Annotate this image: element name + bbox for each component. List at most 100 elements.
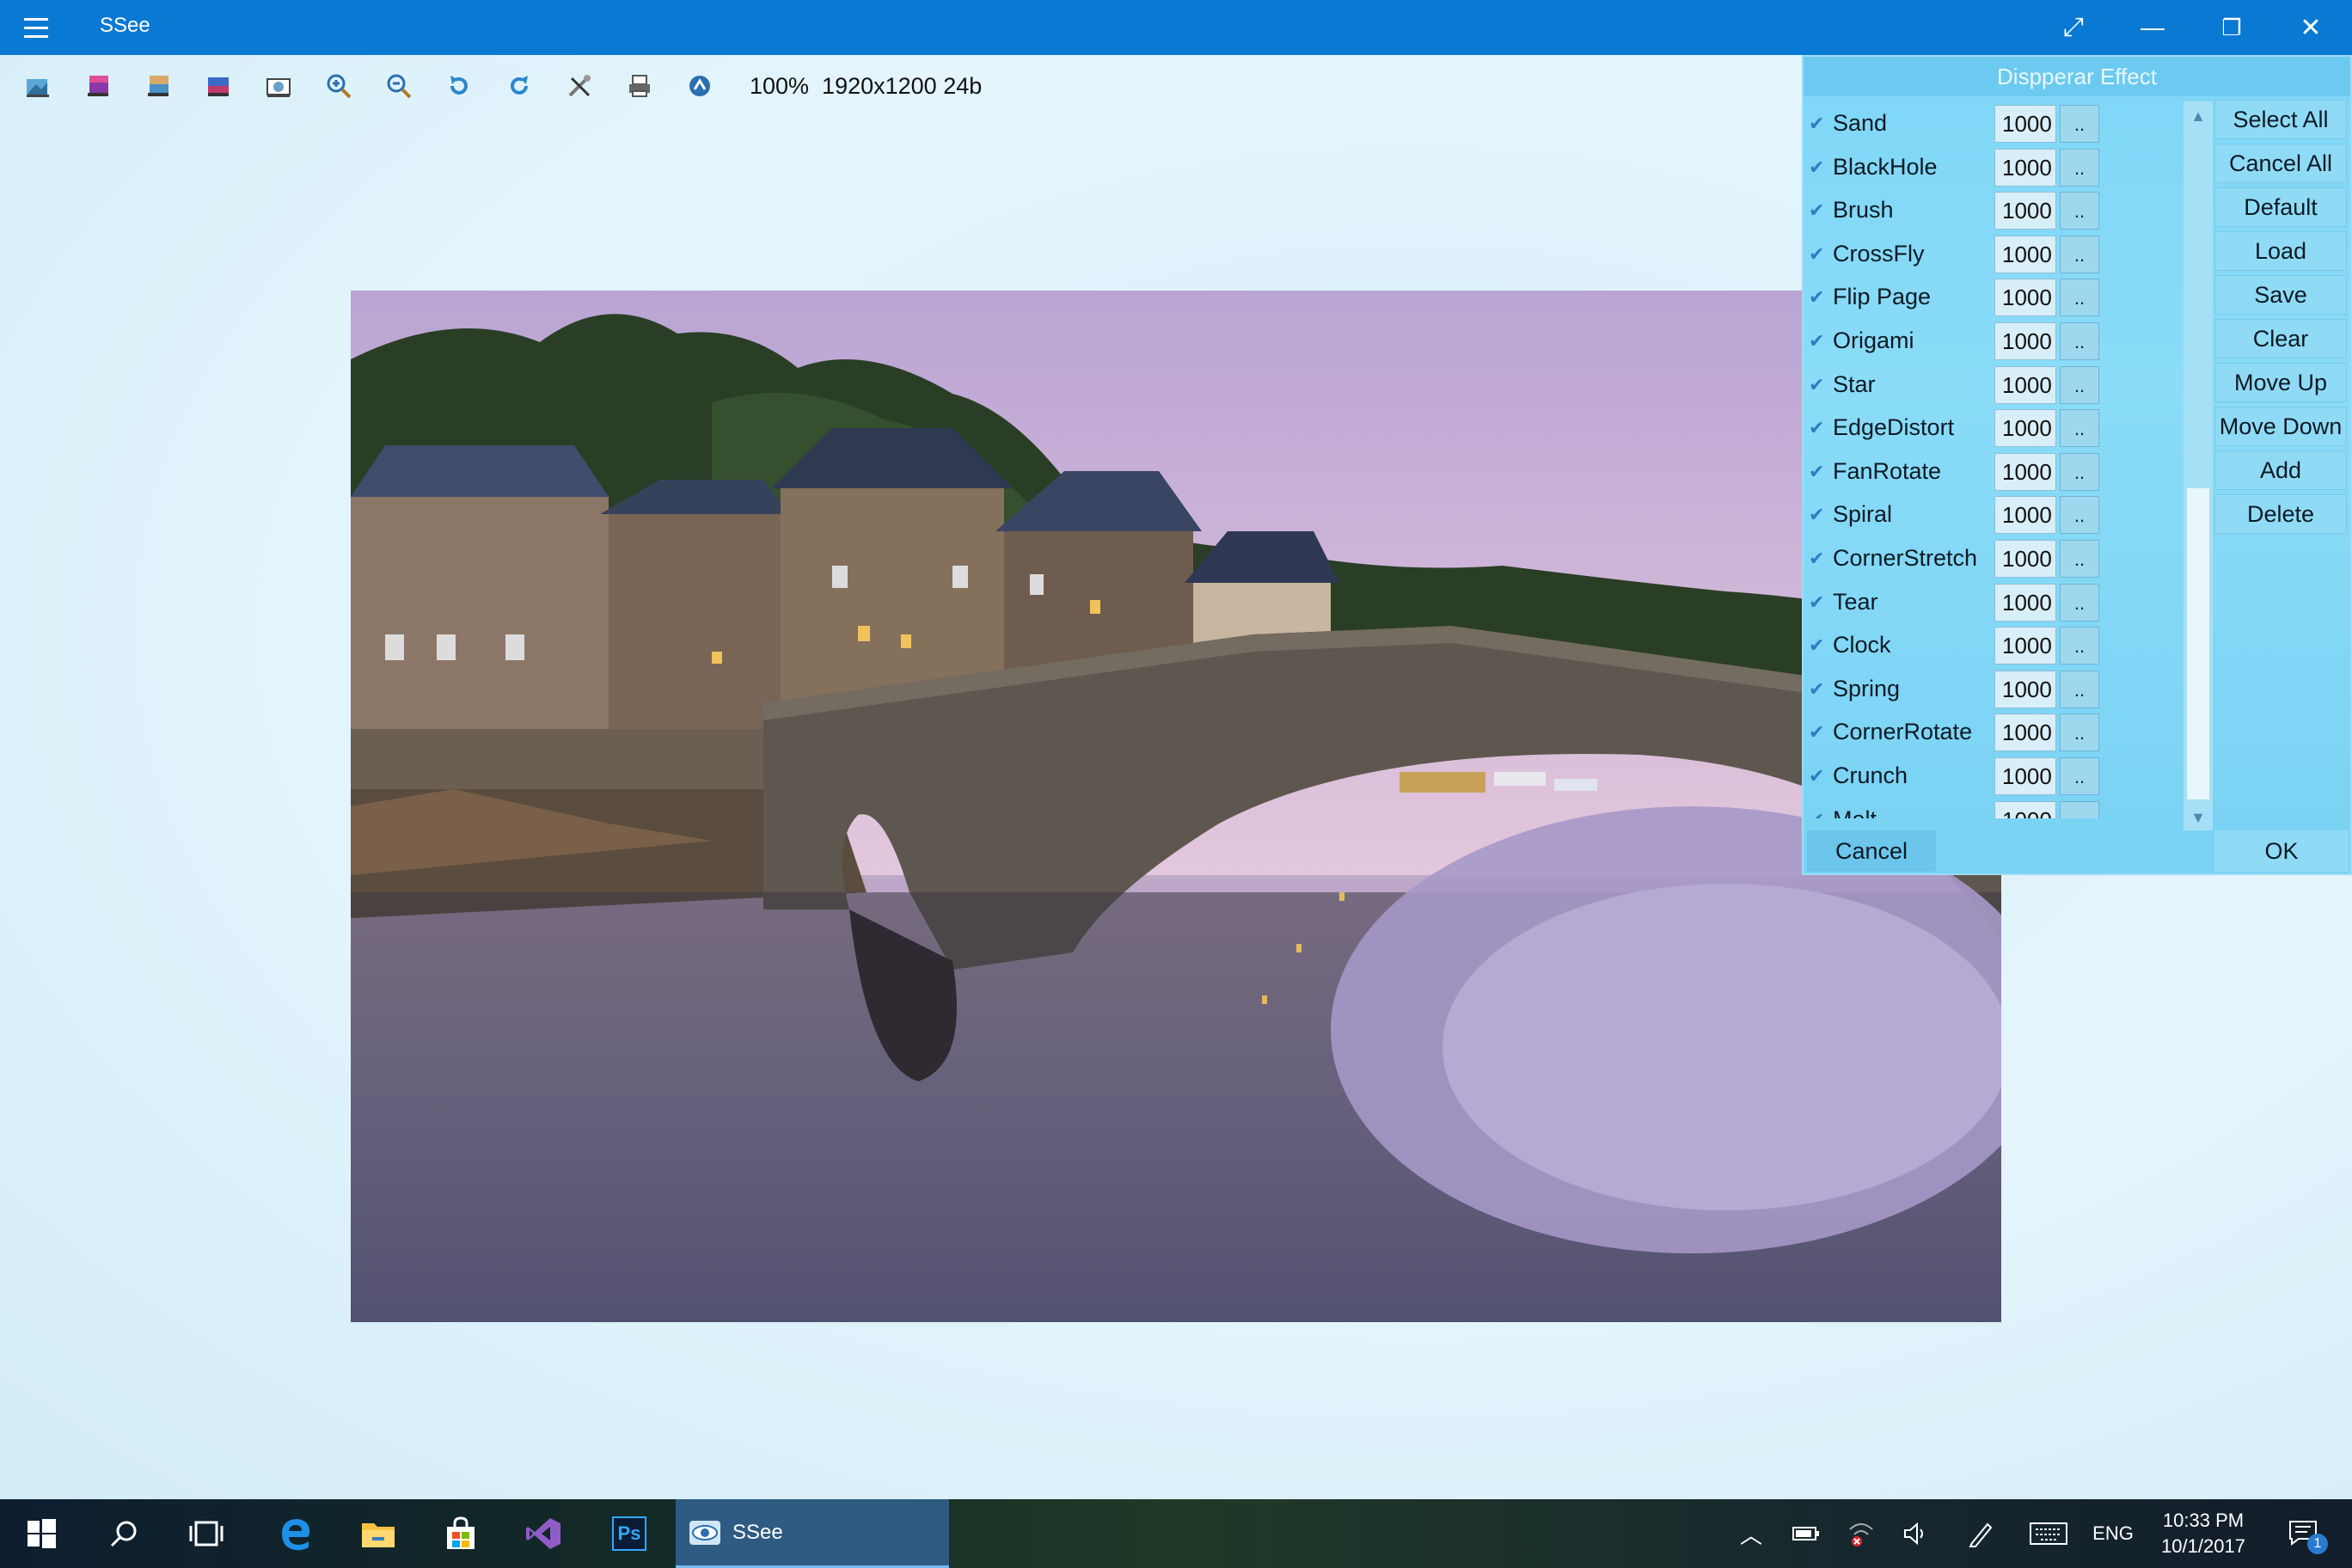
default-button[interactable]: Default: [2214, 187, 2347, 227]
effect-duration-input[interactable]: 1000: [1994, 148, 2056, 187]
effect-checkbox[interactable]: ✔: [1809, 678, 1829, 700]
search-button[interactable]: [83, 1499, 165, 1568]
effect-options-button[interactable]: ..: [2060, 714, 2099, 752]
effect-row[interactable]: ✔ Clock 1000..: [1804, 623, 2189, 667]
effect-checkbox[interactable]: ✔: [1809, 243, 1829, 265]
effect-options-button[interactable]: ..: [2060, 496, 2099, 535]
effect-duration-input[interactable]: 1000: [1994, 365, 2056, 404]
effect-row[interactable]: ✔ Origami 1000..: [1804, 319, 2189, 363]
effect-checkbox[interactable]: ✔: [1809, 113, 1829, 134]
select-all-button[interactable]: Select All: [2214, 100, 2347, 139]
effect-checkbox[interactable]: ✔: [1809, 505, 1829, 525]
restore-button[interactable]: ❐: [2192, 0, 2271, 55]
start-button[interactable]: [0, 1499, 83, 1568]
effect-options-button[interactable]: ..: [2060, 105, 2099, 143]
hamburger-menu-icon[interactable]: [24, 12, 55, 43]
effect-options-button[interactable]: ..: [2060, 540, 2099, 578]
effect-row[interactable]: ✔ Flip Page 1000..: [1804, 275, 2189, 319]
effect-list-scrollbar[interactable]: ▲ ▼: [2184, 101, 2213, 830]
effect-duration-input[interactable]: 1000: [1994, 714, 2056, 752]
effect-row[interactable]: ✔ CrossFly 1000..: [1804, 232, 2189, 276]
zoom-in-button[interactable]: [315, 64, 363, 108]
effect-duration-input[interactable]: 1000: [1994, 540, 2056, 578]
previous-image-button[interactable]: [74, 64, 122, 108]
effect-duration-input[interactable]: 1000: [1994, 583, 2056, 622]
volume-icon[interactable]: [1895, 1499, 1938, 1568]
effect-duration-input[interactable]: 1000: [1994, 322, 2056, 360]
move-down-button[interactable]: Move Down: [2214, 407, 2347, 446]
effect-options-button[interactable]: ..: [2060, 670, 2099, 708]
network-icon[interactable]: [1840, 1499, 1883, 1568]
effect-options-button[interactable]: ..: [2060, 322, 2099, 360]
effect-row[interactable]: ✔ Spring 1000..: [1804, 667, 2189, 711]
effect-row[interactable]: ✔ CornerRotate 1000..: [1804, 710, 2189, 754]
pen-workspace-icon[interactable]: [1957, 1499, 2003, 1568]
effect-options-button[interactable]: ..: [2060, 627, 2099, 665]
effect-checkbox[interactable]: ✔: [1809, 635, 1829, 656]
image-properties-button[interactable]: [254, 64, 303, 108]
save-button[interactable]: Save: [2214, 275, 2347, 315]
effect-row[interactable]: ✔ Crunch 1000..: [1804, 754, 2189, 798]
delete-button[interactable]: Delete: [2214, 494, 2347, 534]
add-button[interactable]: Add: [2214, 450, 2347, 490]
effect-options-button[interactable]: ..: [2060, 800, 2099, 818]
effect-duration-input[interactable]: 1000: [1994, 279, 2056, 317]
effect-options-button[interactable]: ..: [2060, 365, 2099, 404]
effect-options-button[interactable]: ..: [2060, 192, 2099, 230]
effect-row[interactable]: ✔ Spiral 1000..: [1804, 493, 2189, 536]
touch-keyboard-icon[interactable]: [2022, 1499, 2075, 1568]
effect-options-button[interactable]: ..: [2060, 148, 2099, 187]
effect-row[interactable]: ✔ Brush 1000..: [1804, 188, 2189, 232]
scrollbar-thumb[interactable]: [2187, 488, 2209, 799]
effect-row[interactable]: ✔ Star 1000..: [1804, 363, 2189, 407]
effect-options-button[interactable]: ..: [2060, 409, 2099, 448]
effect-row[interactable]: ✔ EdgeDistort 1000..: [1804, 406, 2189, 450]
slideshow-button[interactable]: [194, 64, 242, 108]
cancel-button[interactable]: Cancel: [1807, 830, 1936, 872]
move-up-button[interactable]: Move Up: [2214, 363, 2347, 402]
clock[interactable]: 10:33 PM 10/1/2017: [2147, 1499, 2259, 1568]
scroll-down-icon[interactable]: ▼: [2187, 805, 2209, 830]
effect-options-button[interactable]: ..: [2060, 757, 2099, 795]
effect-checkbox[interactable]: ✔: [1809, 722, 1829, 743]
effect-duration-input[interactable]: 1000: [1994, 496, 2056, 535]
effect-duration-input[interactable]: 1000: [1994, 757, 2056, 795]
rotate-left-button[interactable]: [435, 64, 483, 108]
battery-icon[interactable]: [1785, 1499, 1828, 1568]
fullscreen-icon[interactable]: ⤢: [2034, 0, 2113, 55]
effect-checkbox[interactable]: ✔: [1809, 331, 1829, 352]
photoshop-button[interactable]: Ps: [588, 1499, 671, 1568]
effect-checkbox[interactable]: ✔: [1809, 156, 1829, 178]
next-image-button[interactable]: [134, 64, 182, 108]
effect-checkbox[interactable]: ✔: [1809, 461, 1829, 482]
effect-checkbox[interactable]: ✔: [1809, 374, 1829, 395]
effect-checkbox[interactable]: ✔: [1809, 200, 1829, 221]
effect-duration-input[interactable]: 1000: [1994, 627, 2056, 665]
task-view-button[interactable]: [165, 1499, 248, 1568]
edge-button[interactable]: [254, 1499, 337, 1568]
about-button[interactable]: [676, 64, 724, 108]
rotate-right-button[interactable]: [495, 64, 543, 108]
effect-duration-input[interactable]: 1000: [1994, 409, 2056, 448]
cancel-all-button[interactable]: Cancel All: [2214, 144, 2347, 183]
effect-duration-input[interactable]: 1000: [1994, 192, 2056, 230]
effect-options-button[interactable]: ..: [2060, 452, 2099, 491]
effect-checkbox[interactable]: ✔: [1809, 591, 1829, 613]
show-hidden-icons-button[interactable]: ︿: [1730, 1499, 1773, 1568]
effect-duration-input[interactable]: 1000: [1994, 235, 2056, 273]
close-button[interactable]: ✕: [2271, 0, 2350, 55]
effect-row[interactable]: ✔ Sand 1000..: [1804, 101, 2189, 145]
effect-duration-input[interactable]: 1000: [1994, 105, 2056, 143]
file-explorer-button[interactable]: [337, 1499, 420, 1568]
clear-button[interactable]: Clear: [2214, 319, 2347, 358]
effect-checkbox[interactable]: ✔: [1809, 548, 1829, 569]
effect-duration-input[interactable]: 1000: [1994, 452, 2056, 491]
effect-options-button[interactable]: ..: [2060, 235, 2099, 273]
action-center-button[interactable]: 1: [2269, 1499, 2338, 1568]
effect-row[interactable]: ✔ CornerStretch 1000..: [1804, 536, 2189, 580]
effect-checkbox[interactable]: ✔: [1809, 418, 1829, 438]
scroll-up-icon[interactable]: ▲: [2187, 103, 2209, 129]
effect-row[interactable]: ✔ BlackHole 1000..: [1804, 145, 2189, 189]
effect-checkbox[interactable]: ✔: [1809, 809, 1829, 818]
store-button[interactable]: [420, 1499, 502, 1568]
